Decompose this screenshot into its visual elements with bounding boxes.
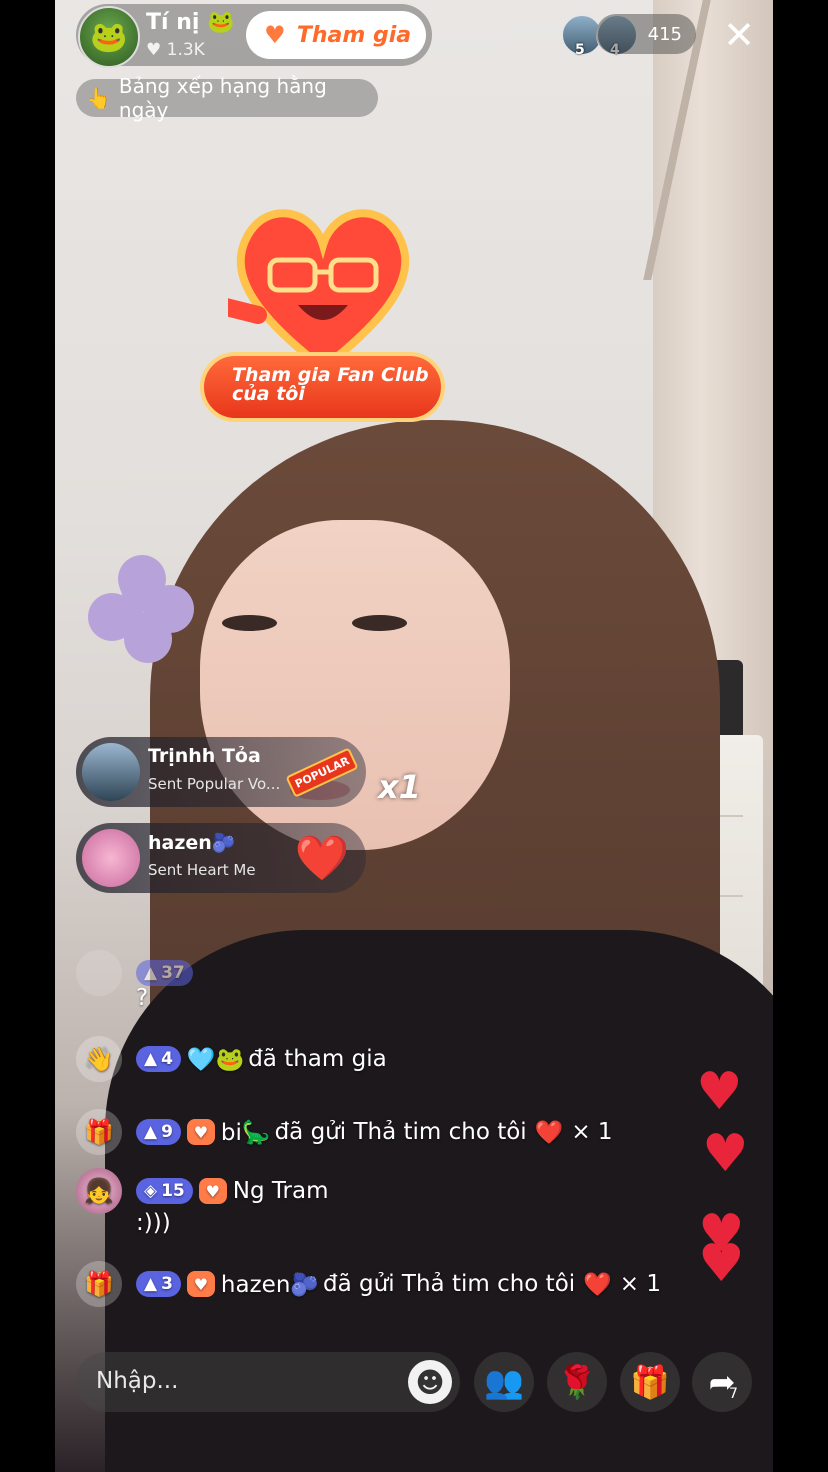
floating-heart-icon: ♥ <box>698 1234 745 1294</box>
fan-heart-badge: ♥ <box>198 1178 227 1204</box>
level-number: 4 <box>161 1049 173 1069</box>
heart-gift-icon: ❤️ <box>534 1119 564 1146</box>
hair-flower <box>79 548 203 673</box>
rose-gift-button[interactable]: 🌹 <box>547 1352 607 1412</box>
streamer-eye <box>222 615 277 631</box>
chat-avatar <box>76 950 122 996</box>
viewer-count[interactable]: 415 <box>596 14 696 54</box>
rose-icon: 🌹 <box>557 1363 597 1401</box>
chat-user-name[interactable]: bi🦕 <box>221 1119 271 1146</box>
level-number: 3 <box>161 1274 173 1294</box>
popular-gift-label: POPULAR <box>285 746 359 798</box>
daily-ranking-label: Bảng xếp hạng hằng ngày <box>118 74 327 122</box>
close-icon[interactable]: ✕ <box>720 16 758 54</box>
viewer-count-label: 415 <box>647 23 682 45</box>
gift-icon: 🎁 <box>76 1109 122 1155</box>
level-badge: ▲ 37 <box>136 960 193 986</box>
host-likes: ♥ 1.3K <box>146 40 205 60</box>
comment-input-placeholder[interactable]: Nhập... <box>96 1368 178 1394</box>
join-button[interactable]: ♥ Tham gia <box>246 11 426 59</box>
gift-description: Sent Heart Me <box>148 861 256 879</box>
floating-heart-icon: ♥ <box>702 1124 749 1184</box>
floating-heart-icon: ♥ <box>696 1062 743 1122</box>
level-badge: ◈ 15 <box>136 1178 193 1204</box>
heart-gift-icon: ❤️ <box>294 833 350 884</box>
level-number: 15 <box>161 1181 185 1201</box>
chat-user-name[interactable]: Ng Tram <box>233 1178 329 1204</box>
chat-gift-message[interactable]: 🎁 ▲ 9 ♥ bi🦕 đã gửi Thả tim cho tôi ❤️ × 1 <box>76 1109 613 1155</box>
chat-text: đã tham gia <box>248 1046 387 1072</box>
chat-text: đã gửi Thả tim cho tôi <box>274 1119 527 1145</box>
level-number: 37 <box>161 963 185 983</box>
chat-text: đã gửi Thả tim cho tôi <box>323 1271 576 1297</box>
heart-plus-icon: ♥ <box>264 21 286 49</box>
chat-message[interactable]: 👧 ◈ 15 ♥ Ng Tram <box>76 1168 329 1214</box>
chat-user-name[interactable]: hazen🫐 <box>221 1271 319 1298</box>
wave-hand-icon: 👋 <box>76 1036 122 1082</box>
emoji-icon[interactable]: ☻ <box>408 1360 452 1404</box>
fan-heart-badge: ♥ <box>186 1271 215 1297</box>
fan-club-join-button[interactable]: Tham gia Fan Club của tôi <box>200 352 445 422</box>
gift-sender-name: Trịnhh Tỏa <box>148 745 261 767</box>
level-badge: ▲ 3 <box>136 1271 181 1297</box>
chat-comment-text: :))) <box>136 1210 171 1236</box>
level-badge: ▲ 4 <box>136 1046 181 1072</box>
host-name[interactable]: Tí nị 🐸 <box>146 10 234 35</box>
heart-gift-icon: ❤️ <box>583 1271 612 1298</box>
fan-heart-badge: ♥ <box>186 1119 215 1145</box>
gift-button[interactable]: 🎁 <box>620 1352 680 1412</box>
multi-guest-button[interactable]: 👥 <box>474 1352 534 1412</box>
fan-club-line2: của tôi <box>232 383 305 405</box>
gift-description: Sent Popular Vo... <box>148 775 281 793</box>
people-icon: 👥 <box>484 1363 524 1401</box>
daily-ranking-button[interactable]: 👆 Bảng xếp hạng hằng ngày <box>76 74 378 122</box>
chat-comment-text: ? <box>136 985 149 1011</box>
share-count: 7 <box>729 1386 738 1402</box>
share-button[interactable]: ➦ <box>692 1352 752 1412</box>
popular-gift-icon: POPULAR <box>285 741 359 803</box>
chat-gift-message[interactable]: 🎁 ▲ 3 ♥ hazen🫐 đã gửi Thả tim cho tôi ❤️ … <box>76 1261 661 1307</box>
gift-count: × 1 <box>619 1271 662 1297</box>
gift-box-icon: 🎁 <box>630 1363 670 1401</box>
level-badge: ▲ 9 <box>136 1119 181 1145</box>
host-avatar-icon: 🐸 <box>90 19 128 55</box>
gift-icon: 🎁 <box>76 1261 122 1307</box>
fan-club-heart-mascot[interactable] <box>228 200 418 375</box>
gift-banner[interactable]: Trịnhh Tỏa Sent Popular Vo... POPULAR <box>76 737 366 807</box>
gift-banner[interactable]: hazen🫐 Sent Heart Me ❤️ <box>76 823 366 893</box>
chat-user-name[interactable]: 🩵🐸 <box>187 1046 244 1073</box>
join-button-label: Tham gia <box>296 22 412 48</box>
streamer-eye <box>352 615 407 631</box>
gift-count: × 1 <box>571 1119 613 1145</box>
chat-avatar: 👧 <box>76 1168 122 1214</box>
gift-sender-avatar <box>82 743 140 801</box>
viewer-rank-badge: 5 <box>575 42 585 58</box>
pointing-hand-icon: 👆 <box>86 86 111 110</box>
gift-sender-name: hazen🫐 <box>148 832 236 854</box>
gift-multiplier: x1 <box>378 768 421 806</box>
chat-join-message[interactable]: 👋 ▲ 4 🩵🐸 đã tham gia <box>76 1036 387 1082</box>
host-avatar[interactable]: 🐸 <box>78 6 140 68</box>
level-number: 9 <box>161 1122 173 1142</box>
gift-sender-avatar <box>82 829 140 887</box>
